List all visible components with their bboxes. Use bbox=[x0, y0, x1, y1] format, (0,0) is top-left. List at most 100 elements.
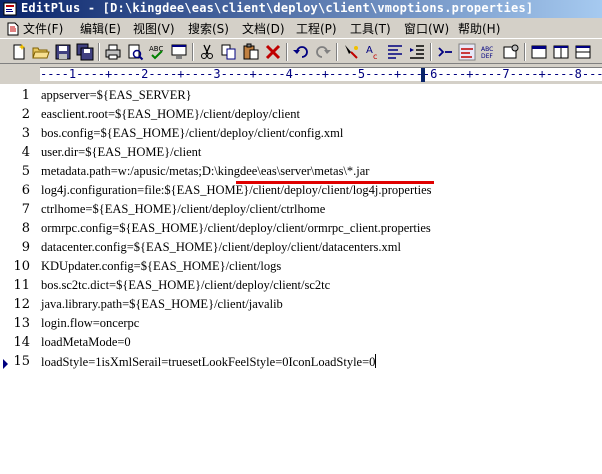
editor-line[interactable]: 2 easclient.root=${EAS_HOME}/client/depl… bbox=[0, 106, 602, 125]
editplus-window: EditPlus - [D:\kingdee\eas\client\deploy… bbox=[0, 0, 602, 474]
line-text[interactable]: log4j.configuration=file:${EAS_HOME}/cli… bbox=[41, 183, 432, 198]
toolbar-separator bbox=[430, 43, 432, 61]
editor-line[interactable]: 14 loadMetaMode=0 bbox=[0, 334, 602, 353]
editor-line-current[interactable]: 15 loadStyle=1isXmlSerail=truesetLookFee… bbox=[0, 353, 602, 372]
line-text[interactable]: loadMetaMode=0 bbox=[41, 335, 131, 350]
wrap-toggle-button[interactable] bbox=[436, 43, 454, 61]
undo-button[interactable] bbox=[292, 43, 310, 61]
new-file-icon bbox=[13, 44, 25, 60]
line-number: 14 bbox=[13, 335, 30, 350]
wrap-toggle-icon bbox=[438, 47, 452, 57]
line-number: 3 bbox=[21, 126, 30, 141]
line-text[interactable]: java.library.path=${EAS_HOME}/client/jav… bbox=[41, 297, 283, 312]
editor-line[interactable]: 13 login.flow=oncerpc bbox=[0, 315, 602, 334]
title-bar[interactable]: EditPlus - [D:\kingdee\eas\client\deploy… bbox=[0, 0, 602, 18]
browser-button[interactable] bbox=[170, 43, 188, 61]
window-cascade-icon bbox=[553, 45, 569, 59]
spell-check-button[interactable]: ABC bbox=[148, 43, 166, 61]
editor-line[interactable]: 10 KDUpdater.config=${EAS_HOME}/client/l… bbox=[0, 258, 602, 277]
menu-view[interactable]: 视图(V) bbox=[133, 20, 175, 37]
toolbar-separator bbox=[524, 43, 526, 61]
toolbar-separator bbox=[192, 43, 194, 61]
menu-edit[interactable]: 编辑(E) bbox=[80, 20, 121, 37]
open-folder-icon bbox=[32, 47, 50, 59]
preferences-button[interactable] bbox=[502, 43, 520, 61]
save-button[interactable] bbox=[54, 43, 72, 61]
undo-icon bbox=[293, 46, 308, 58]
editor-line[interactable]: 4 user.dir=${EAS_HOME}/client bbox=[0, 144, 602, 163]
replace-button[interactable]: Ac bbox=[364, 43, 382, 61]
line-text[interactable]: ctrlhome=${EAS_HOME}/client/deploy/clien… bbox=[41, 202, 325, 217]
ruler: ----1----+----2----+----3----+----4----+… bbox=[0, 64, 602, 84]
print-preview-button[interactable] bbox=[126, 43, 144, 61]
line-text[interactable]: metadata.path=w:/apusic/metas;D:\kingdee… bbox=[41, 164, 369, 179]
delete-x-icon bbox=[265, 44, 281, 60]
menu-file[interactable]: 文件(F) bbox=[6, 20, 63, 37]
copy-icon bbox=[221, 44, 236, 60]
editor-line[interactable]: 8 ormrpc.config=${EAS_HOME}/client/deplo… bbox=[0, 220, 602, 239]
print-button[interactable] bbox=[104, 43, 122, 61]
editor-line[interactable]: 11 bos.sc2tc.dict=${EAS_HOME}/client/dep… bbox=[0, 277, 602, 296]
line-text[interactable]: login.flow=oncerpc bbox=[41, 316, 139, 331]
indent-button[interactable] bbox=[408, 43, 426, 61]
editplus-app-icon bbox=[3, 2, 17, 16]
editor-line[interactable]: 12 java.library.path=${EAS_HOME}/client/… bbox=[0, 296, 602, 315]
new-file-button[interactable] bbox=[10, 43, 28, 61]
line-text-current[interactable]: loadStyle=1isXmlSerail=truesetLookFeelSt… bbox=[41, 354, 377, 370]
line-number: 1 bbox=[21, 88, 30, 103]
window-cascade-button[interactable] bbox=[552, 43, 570, 61]
copy-button[interactable] bbox=[220, 43, 238, 61]
line-text[interactable]: KDUpdater.config=${EAS_HOME}/client/logs bbox=[41, 259, 281, 274]
editor-line[interactable]: 6 log4j.configuration=file:${EAS_HOME}/c… bbox=[0, 182, 602, 201]
line-number: 2 bbox=[21, 107, 30, 122]
redo-button[interactable] bbox=[314, 43, 332, 61]
svg-text:ABC: ABC bbox=[481, 46, 493, 53]
spell-check-icon: ABC bbox=[149, 45, 163, 60]
line-text[interactable]: easclient.root=${EAS_HOME}/client/deploy… bbox=[41, 107, 300, 122]
indent-icon bbox=[410, 45, 424, 59]
menu-bar: 文件(F) 编辑(E) 视图(V) 搜索(S) 文档(D) 工程(P) 工具(T… bbox=[0, 18, 602, 38]
save-all-icon bbox=[76, 43, 94, 61]
line-text[interactable]: user.dir=${EAS_HOME}/client bbox=[41, 145, 201, 160]
replace-icon: Ac bbox=[366, 45, 377, 61]
word-wrap-button[interactable] bbox=[386, 43, 404, 61]
menu-project[interactable]: 工程(P) bbox=[296, 20, 337, 37]
line-text[interactable]: datacenter.config=${EAS_HOME}/client/dep… bbox=[41, 240, 401, 255]
line-number: 8 bbox=[21, 221, 30, 236]
toolbar: ABC Ac ABC DEF bbox=[0, 38, 602, 64]
editor-line[interactable]: 1 appserver=${EAS_SERVER} bbox=[0, 87, 602, 106]
line-number: 11 bbox=[13, 278, 30, 293]
menu-tools[interactable]: 工具(T) bbox=[350, 20, 391, 37]
line-text[interactable]: ormrpc.config=${EAS_HOME}/client/deploy/… bbox=[41, 221, 431, 236]
line-number: 15 bbox=[13, 354, 30, 369]
save-all-button[interactable] bbox=[76, 43, 94, 61]
menu-document[interactable]: 文档(D) bbox=[242, 20, 285, 37]
print-icon bbox=[105, 44, 121, 60]
line-number: 9 bbox=[21, 240, 30, 255]
window-tile-button[interactable] bbox=[530, 43, 548, 61]
editor-area[interactable]: 1 appserver=${EAS_SERVER} 2 easclient.ro… bbox=[0, 84, 602, 474]
menu-search[interactable]: 搜索(S) bbox=[188, 20, 229, 37]
editor-line[interactable]: 5 metadata.path=w:/apusic/metas;D:\kingd… bbox=[0, 163, 602, 182]
open-file-button[interactable] bbox=[32, 43, 50, 61]
spell-abc-button[interactable]: ABC DEF bbox=[480, 43, 498, 61]
word-wrap-icon bbox=[388, 45, 402, 59]
editor-line[interactable]: 7 ctrlhome=${EAS_HOME}/client/deploy/cli… bbox=[0, 201, 602, 220]
editor-line[interactable]: 3 bos.config=${EAS_HOME}/client/deploy/c… bbox=[0, 125, 602, 144]
whitespace-toggle-button[interactable] bbox=[458, 43, 476, 61]
menu-help[interactable]: 帮助(H) bbox=[458, 20, 500, 37]
line-text[interactable]: appserver=${EAS_SERVER} bbox=[41, 88, 192, 103]
find-button[interactable] bbox=[342, 43, 360, 61]
line-text[interactable]: bos.config=${EAS_HOME}/client/deploy/cli… bbox=[41, 126, 343, 141]
preferences-icon bbox=[503, 44, 519, 59]
cut-button[interactable] bbox=[198, 43, 216, 61]
window-split-button[interactable] bbox=[574, 43, 592, 61]
paste-button[interactable] bbox=[242, 43, 260, 61]
line-text[interactable]: bos.sc2tc.dict=${EAS_HOME}/client/deploy… bbox=[41, 278, 330, 293]
menu-window[interactable]: 窗口(W) bbox=[404, 20, 449, 37]
editor-line[interactable]: 9 datacenter.config=${EAS_HOME}/client/d… bbox=[0, 239, 602, 258]
text-caret bbox=[375, 354, 377, 368]
print-preview-icon bbox=[128, 44, 144, 61]
delete-button[interactable] bbox=[264, 43, 282, 61]
redo-icon bbox=[316, 46, 331, 58]
